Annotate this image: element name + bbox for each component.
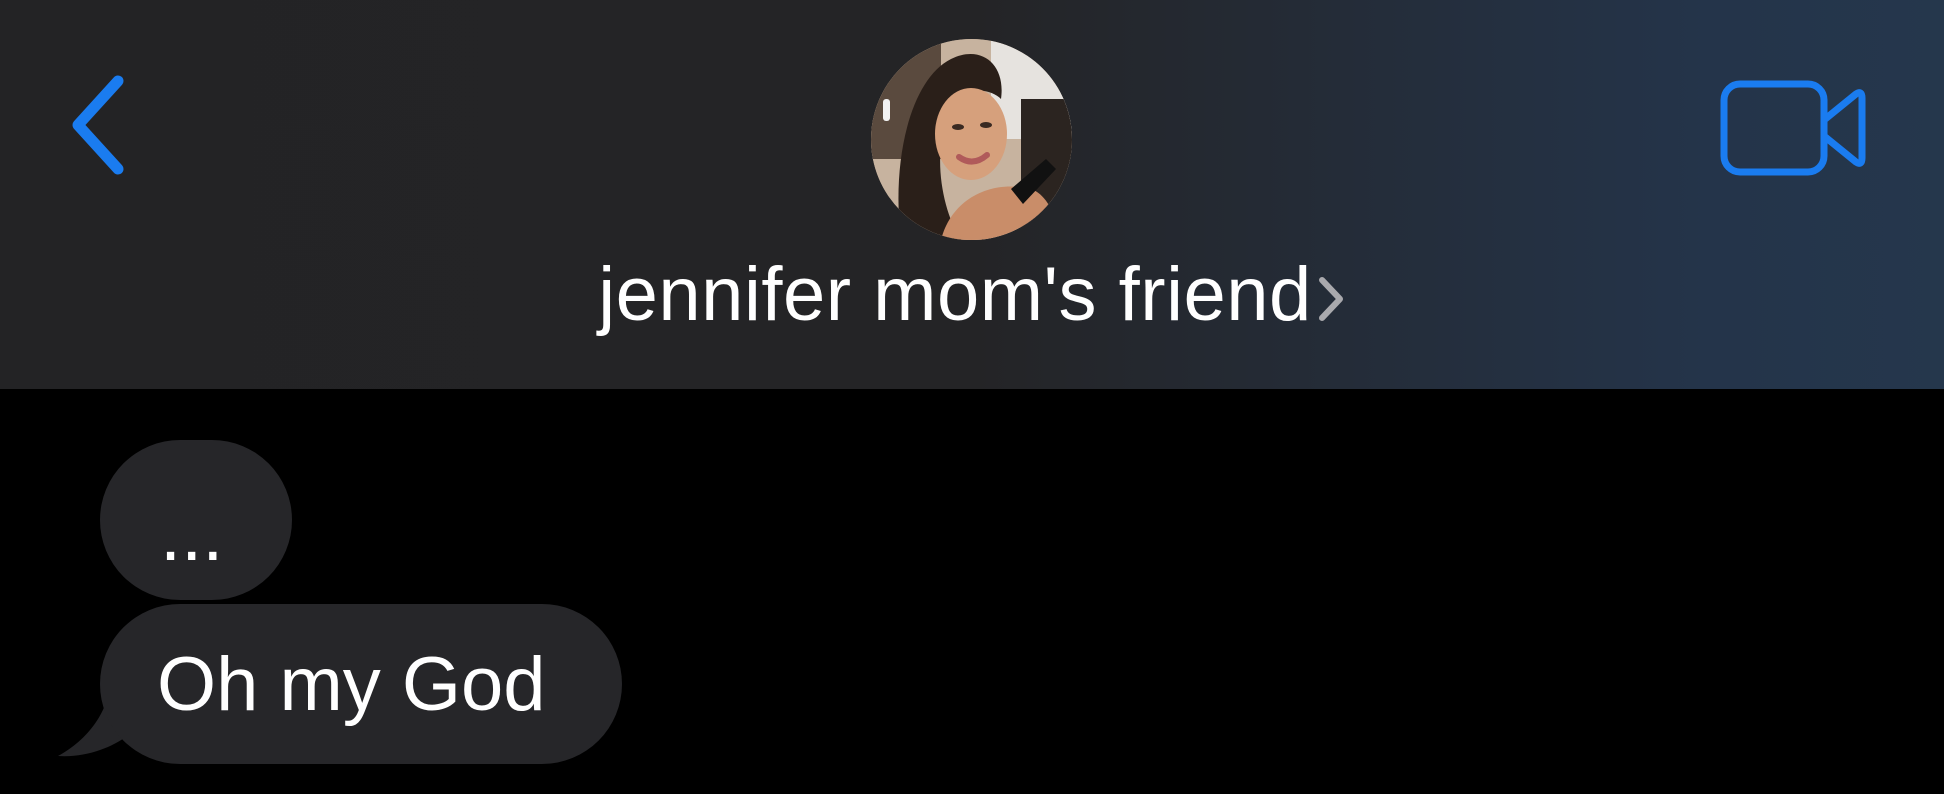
video-call-button[interactable] (1710, 70, 1870, 190)
messages-screen: jennifer mom's friend ... Oh my God (0, 0, 1944, 794)
message-bubble-ellipsis[interactable]: ... (100, 440, 292, 600)
chevron-right-icon (1318, 277, 1343, 321)
back-button[interactable] (50, 55, 150, 185)
video-camera-icon (1720, 80, 1866, 176)
message-text: ... (160, 492, 224, 577)
message-text: Oh my God (157, 642, 546, 727)
contact-photo (871, 39, 1072, 240)
contact-name: jennifer mom's friend (598, 252, 1312, 337)
avatar[interactable] (871, 39, 1072, 240)
contact-name-row[interactable]: jennifer mom's friend (0, 250, 1944, 340)
conversation-header: jennifer mom's friend (0, 0, 1944, 389)
message-bubble[interactable]: Oh my God (100, 604, 622, 764)
chevron-left-icon (72, 75, 124, 175)
